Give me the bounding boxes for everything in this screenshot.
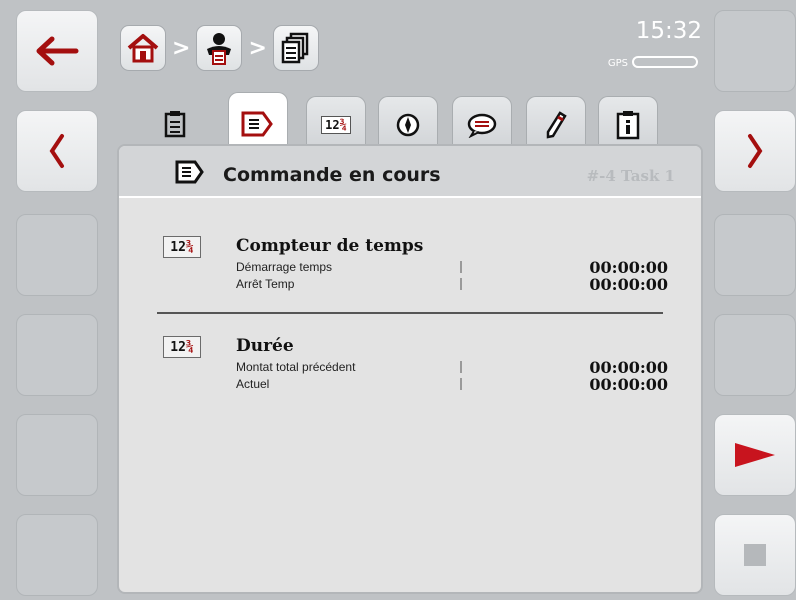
- running-task-panel: Commande en cours #-4 Task 1 12 ¾ Compteu…: [117, 144, 703, 594]
- section-divider: [157, 312, 663, 314]
- task-list-button[interactable]: [272, 25, 319, 71]
- compass-icon: [396, 113, 420, 136]
- counters-icon: 12¾: [321, 115, 351, 134]
- counters-icon: 12¾: [163, 236, 201, 258]
- driver-button[interactable]: [196, 25, 243, 71]
- breadcrumb-separator: >: [172, 35, 191, 61]
- left-soft-key-3[interactable]: [16, 214, 98, 296]
- start-button[interactable]: [714, 414, 796, 496]
- right-soft-key-1[interactable]: [714, 10, 796, 92]
- clock: 15:32: [635, 18, 702, 44]
- counters-icon: 12¾: [163, 336, 201, 358]
- row-separator: [460, 361, 462, 373]
- panel-title: Commande en cours: [223, 164, 441, 186]
- right-soft-key-4[interactable]: [714, 314, 796, 396]
- row-label: Démarrage temps: [236, 260, 333, 274]
- notes-icon: [467, 113, 497, 138]
- chevron-right-icon: [748, 134, 763, 168]
- gps-label: GPS: [607, 58, 628, 69]
- list-item: Actuel 00:00:00: [236, 375, 668, 394]
- list-item: Arrêt Temp 00:00:00: [236, 275, 668, 294]
- stop-icon: [744, 544, 766, 566]
- home-icon: [127, 34, 159, 63]
- running-task-icon: [241, 111, 273, 136]
- left-soft-key-5[interactable]: [16, 414, 98, 496]
- right-soft-key-3[interactable]: [714, 214, 796, 296]
- left-soft-key-4[interactable]: [16, 314, 98, 396]
- row-separator: [460, 378, 462, 390]
- gps-signal-bar: [632, 56, 698, 68]
- row-value: 00:00:00: [589, 275, 668, 294]
- list-item: Démarrage temps 00:00:00: [236, 258, 668, 277]
- info-icon: [616, 110, 640, 139]
- breadcrumb-separator: >: [248, 35, 267, 61]
- row-label: Arrêt Temp: [236, 277, 295, 291]
- chevron-left-icon: [49, 134, 64, 168]
- previous-button[interactable]: [16, 110, 98, 192]
- row-label: Actuel: [236, 377, 270, 391]
- row-label: Montat total précédent: [236, 360, 356, 374]
- task-name: #-4 Task 1: [586, 167, 675, 185]
- row-value: 00:00:00: [589, 375, 668, 394]
- section-title: Durée: [236, 336, 294, 356]
- breadcrumb: > > 15:32 GPS: [114, 8, 708, 88]
- task-list-icon: [281, 32, 309, 64]
- running-task-icon: [175, 160, 204, 184]
- stop-button[interactable]: [714, 514, 796, 596]
- home-button[interactable]: [120, 25, 166, 71]
- panel-header: Commande en cours #-4 Task 1: [119, 146, 701, 198]
- row-separator: [460, 278, 462, 290]
- edit-icon: [546, 110, 567, 139]
- play-icon: [735, 443, 775, 467]
- next-button[interactable]: [714, 110, 796, 192]
- back-button[interactable]: [16, 10, 98, 92]
- section-title: Compteur de temps: [236, 236, 424, 256]
- back-arrow-icon: [36, 36, 79, 66]
- driver-icon: [207, 33, 232, 65]
- task-data-icon: [164, 111, 186, 138]
- row-separator: [460, 261, 462, 273]
- list-item: Montat total précédent 00:00:00: [236, 358, 668, 377]
- left-soft-key-6[interactable]: [16, 514, 98, 596]
